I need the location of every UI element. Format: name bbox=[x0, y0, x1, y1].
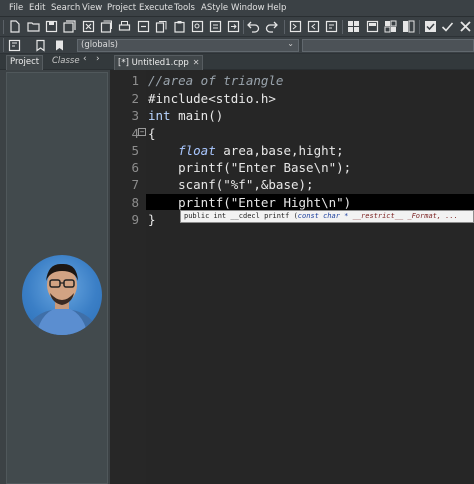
replace-icon[interactable] bbox=[209, 20, 222, 33]
code-line: //area of triangle bbox=[148, 72, 283, 89]
compile-run-icon[interactable] bbox=[384, 20, 397, 33]
code-token: printf("Enter Base\n"); bbox=[148, 160, 352, 175]
tab-untitled1[interactable]: [*] Untitled1.cpp ✕ bbox=[114, 55, 204, 70]
menu-astyle[interactable]: AStyle bbox=[201, 3, 228, 13]
line-number: 9 bbox=[131, 212, 139, 227]
line-number: 8 bbox=[131, 195, 139, 210]
redo-icon[interactable] bbox=[265, 20, 278, 33]
tooltip-prefix: public int __cdecl printf ( bbox=[184, 212, 298, 220]
code-line: } bbox=[148, 211, 156, 228]
code-editor[interactable]: 1 2 3 4 5 6 7 8 9 //area of triangle #include<std… bbox=[110, 70, 474, 484]
line-number: 6 bbox=[131, 160, 139, 175]
close-file-icon[interactable] bbox=[82, 20, 95, 33]
chevron-right-icon[interactable]: › bbox=[96, 54, 100, 64]
code-token: #include<stdio.h> bbox=[148, 91, 276, 106]
code-line: #include<stdio.h> bbox=[148, 90, 276, 107]
code-token: //area of triangle bbox=[148, 73, 284, 88]
undo-panel-icon[interactable] bbox=[137, 20, 150, 33]
toolbar-separator bbox=[419, 20, 420, 34]
toolbar-separator bbox=[342, 20, 343, 34]
toggle-comment-icon[interactable] bbox=[325, 20, 338, 33]
toolbar-separator bbox=[243, 20, 244, 34]
chevron-left-icon[interactable]: ‹ bbox=[83, 54, 87, 64]
scope-value: (globals) bbox=[81, 40, 118, 50]
bookmark-icon[interactable] bbox=[34, 39, 47, 52]
compile-icon[interactable] bbox=[347, 20, 360, 33]
menu-project[interactable]: Project bbox=[107, 3, 136, 13]
line-number: 4 bbox=[131, 126, 139, 141]
code-line: { bbox=[148, 125, 156, 142]
close-icon[interactable]: ✕ bbox=[193, 56, 200, 69]
save-icon[interactable] bbox=[45, 20, 58, 33]
paste-icon[interactable] bbox=[173, 20, 186, 33]
find-icon[interactable] bbox=[191, 20, 204, 33]
code-line: printf("Enter Hight\n") bbox=[148, 194, 351, 211]
open-file-icon[interactable] bbox=[27, 20, 40, 33]
editor-tabs: [*] Untitled1.cpp ✕ bbox=[110, 54, 474, 70]
menu-execute[interactable]: Execute bbox=[139, 3, 173, 13]
code-token: printf("Enter Hight\n") bbox=[148, 195, 352, 210]
function-dropdown[interactable] bbox=[302, 39, 474, 52]
secondary-toolbar: (globals) ⌄ bbox=[0, 37, 474, 54]
main-toolbar bbox=[0, 17, 474, 37]
chevron-down-icon: ⌄ bbox=[287, 39, 294, 48]
menu-file[interactable]: File bbox=[9, 3, 23, 13]
code-token: { bbox=[148, 126, 156, 141]
function-signature-tooltip: public int __cdecl printf (const char * … bbox=[180, 210, 474, 223]
new-file-icon[interactable] bbox=[8, 20, 21, 33]
menu-edit[interactable]: Edit bbox=[29, 3, 45, 13]
menu-view[interactable]: View bbox=[82, 3, 102, 13]
toolbar-separator bbox=[3, 38, 4, 52]
avatar bbox=[22, 255, 102, 335]
tab-project[interactable]: Project bbox=[6, 55, 44, 70]
rebuild-icon[interactable] bbox=[402, 20, 415, 33]
goto-icon[interactable] bbox=[227, 20, 240, 33]
bookmark-toggle-icon[interactable] bbox=[8, 39, 21, 52]
code-line: int main() bbox=[148, 107, 223, 124]
unindent-icon[interactable] bbox=[307, 20, 320, 33]
code-line: printf("Enter Base\n"); bbox=[148, 159, 351, 176]
code-token: int bbox=[148, 108, 171, 123]
goto-bookmark-icon[interactable] bbox=[53, 39, 66, 52]
print-icon[interactable] bbox=[118, 20, 131, 33]
checkmark-icon[interactable] bbox=[441, 20, 454, 33]
code-token: float bbox=[178, 143, 216, 158]
code-line: scanf("%f",&base); bbox=[148, 176, 314, 193]
toolbar-separator bbox=[284, 20, 285, 34]
line-number: 1 bbox=[131, 73, 139, 88]
menu-bar: File Edit Search View Project Execute To… bbox=[0, 0, 474, 17]
line-number: 2 bbox=[131, 91, 139, 106]
save-all-icon[interactable] bbox=[63, 20, 76, 33]
stop-icon[interactable] bbox=[459, 20, 472, 33]
code-token: main() bbox=[170, 108, 224, 123]
line-number: 5 bbox=[131, 143, 139, 158]
close-all-icon[interactable] bbox=[100, 20, 113, 33]
menu-tools[interactable]: Tools bbox=[174, 3, 195, 13]
fold-toggle-icon[interactable]: − bbox=[138, 128, 146, 136]
syntax-check-icon[interactable] bbox=[424, 20, 437, 33]
panel-tabs: Project Classe ‹ › bbox=[0, 54, 110, 70]
menu-search[interactable]: Search bbox=[51, 3, 80, 13]
code-token: } bbox=[148, 212, 156, 227]
code-line: float area,base,hight; bbox=[148, 142, 344, 159]
toolbar-separator bbox=[3, 20, 4, 34]
undo-icon[interactable] bbox=[247, 20, 260, 33]
menu-window[interactable]: Window bbox=[231, 3, 265, 13]
scope-dropdown[interactable]: (globals) ⌄ bbox=[77, 39, 299, 52]
tooltip-param-rest: __restrict__ _Format, ... bbox=[348, 212, 458, 220]
code-token: scanf("%f",&base); bbox=[148, 177, 314, 192]
menu-help[interactable]: Help bbox=[267, 3, 286, 13]
code-token: area,base,hight; bbox=[215, 143, 344, 158]
copy-icon[interactable] bbox=[155, 20, 168, 33]
tab-untitled1-label: [*] Untitled1.cpp bbox=[118, 58, 189, 68]
tooltip-param-type: const char * bbox=[297, 212, 349, 220]
line-number: 3 bbox=[131, 108, 139, 123]
line-number: 7 bbox=[131, 177, 139, 192]
run-icon[interactable] bbox=[366, 20, 379, 33]
tab-classes[interactable]: Classe bbox=[52, 56, 80, 66]
indent-icon[interactable] bbox=[289, 20, 302, 33]
